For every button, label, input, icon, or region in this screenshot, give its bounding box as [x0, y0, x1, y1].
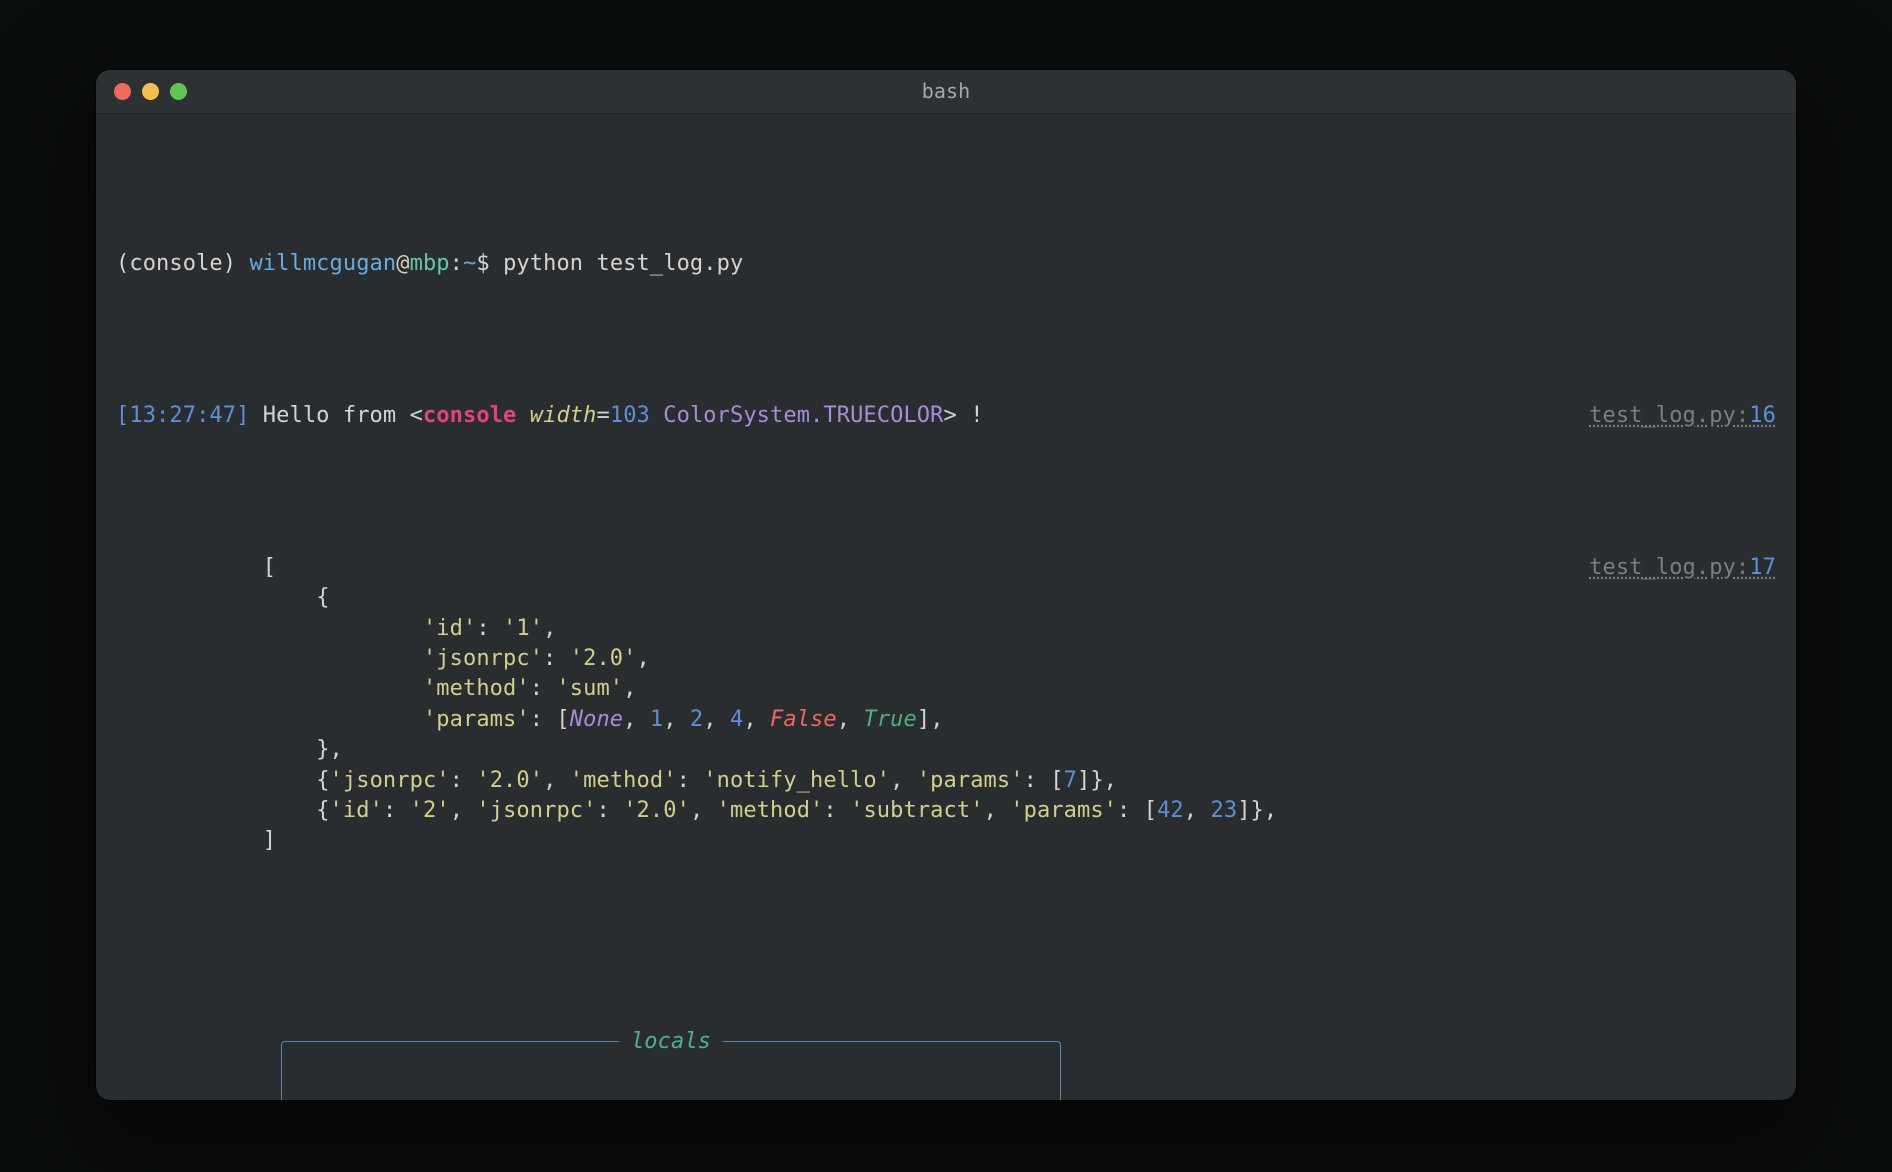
locals-title: locals [619, 1027, 723, 1057]
zoom-icon[interactable] [170, 83, 187, 100]
repr-attr: width [530, 403, 597, 428]
log-line-hello: [13:27:47] Hello from <console width=103… [116, 401, 1776, 431]
command-text: python test_log.py [503, 251, 743, 276]
repr-class: console [423, 403, 516, 428]
prompt-host: mbp [410, 251, 450, 276]
source-link[interactable]: test_log.py:17 [1589, 553, 1776, 583]
minimize-icon[interactable] [142, 83, 159, 100]
prompt-env: (console) [116, 251, 249, 276]
repr-eq: = [596, 403, 609, 428]
window-controls [96, 83, 187, 100]
repr-enum: ColorSystem.TRUECOLOR [663, 403, 943, 428]
prompt-symbol: $ [476, 251, 503, 276]
prompt-colon: : [450, 251, 463, 276]
prompt-path: ~ [463, 251, 476, 276]
repr-val: 103 [610, 403, 650, 428]
titlebar: bash [96, 70, 1796, 114]
terminal-window[interactable]: bash (console) willmcgugan@mbp:~$ python… [96, 70, 1796, 1100]
locals-panel: locals context={'foo': 'bar'}enabled=Fal… [281, 1041, 1061, 1100]
data-structure: [test_log.py:17 { 'id': '1', 'jsonrpc': … [116, 553, 1776, 857]
repr-close: > [944, 403, 957, 428]
log-text: Hello from [249, 403, 409, 428]
close-icon[interactable] [114, 83, 131, 100]
log-suffix: ! [957, 403, 984, 428]
timestamp: [13:27:47] [116, 403, 249, 428]
source-link[interactable]: test_log.py:16 [1589, 401, 1776, 431]
repr-open: < [410, 403, 423, 428]
terminal-body[interactable]: (console) willmcgugan@mbp:~$ python test… [96, 114, 1796, 1100]
prompt-user: willmcgugan [249, 251, 396, 276]
window-title: bash [96, 78, 1796, 106]
prompt-at: @ [396, 251, 409, 276]
prompt-line: (console) willmcgugan@mbp:~$ python test… [116, 249, 1776, 279]
